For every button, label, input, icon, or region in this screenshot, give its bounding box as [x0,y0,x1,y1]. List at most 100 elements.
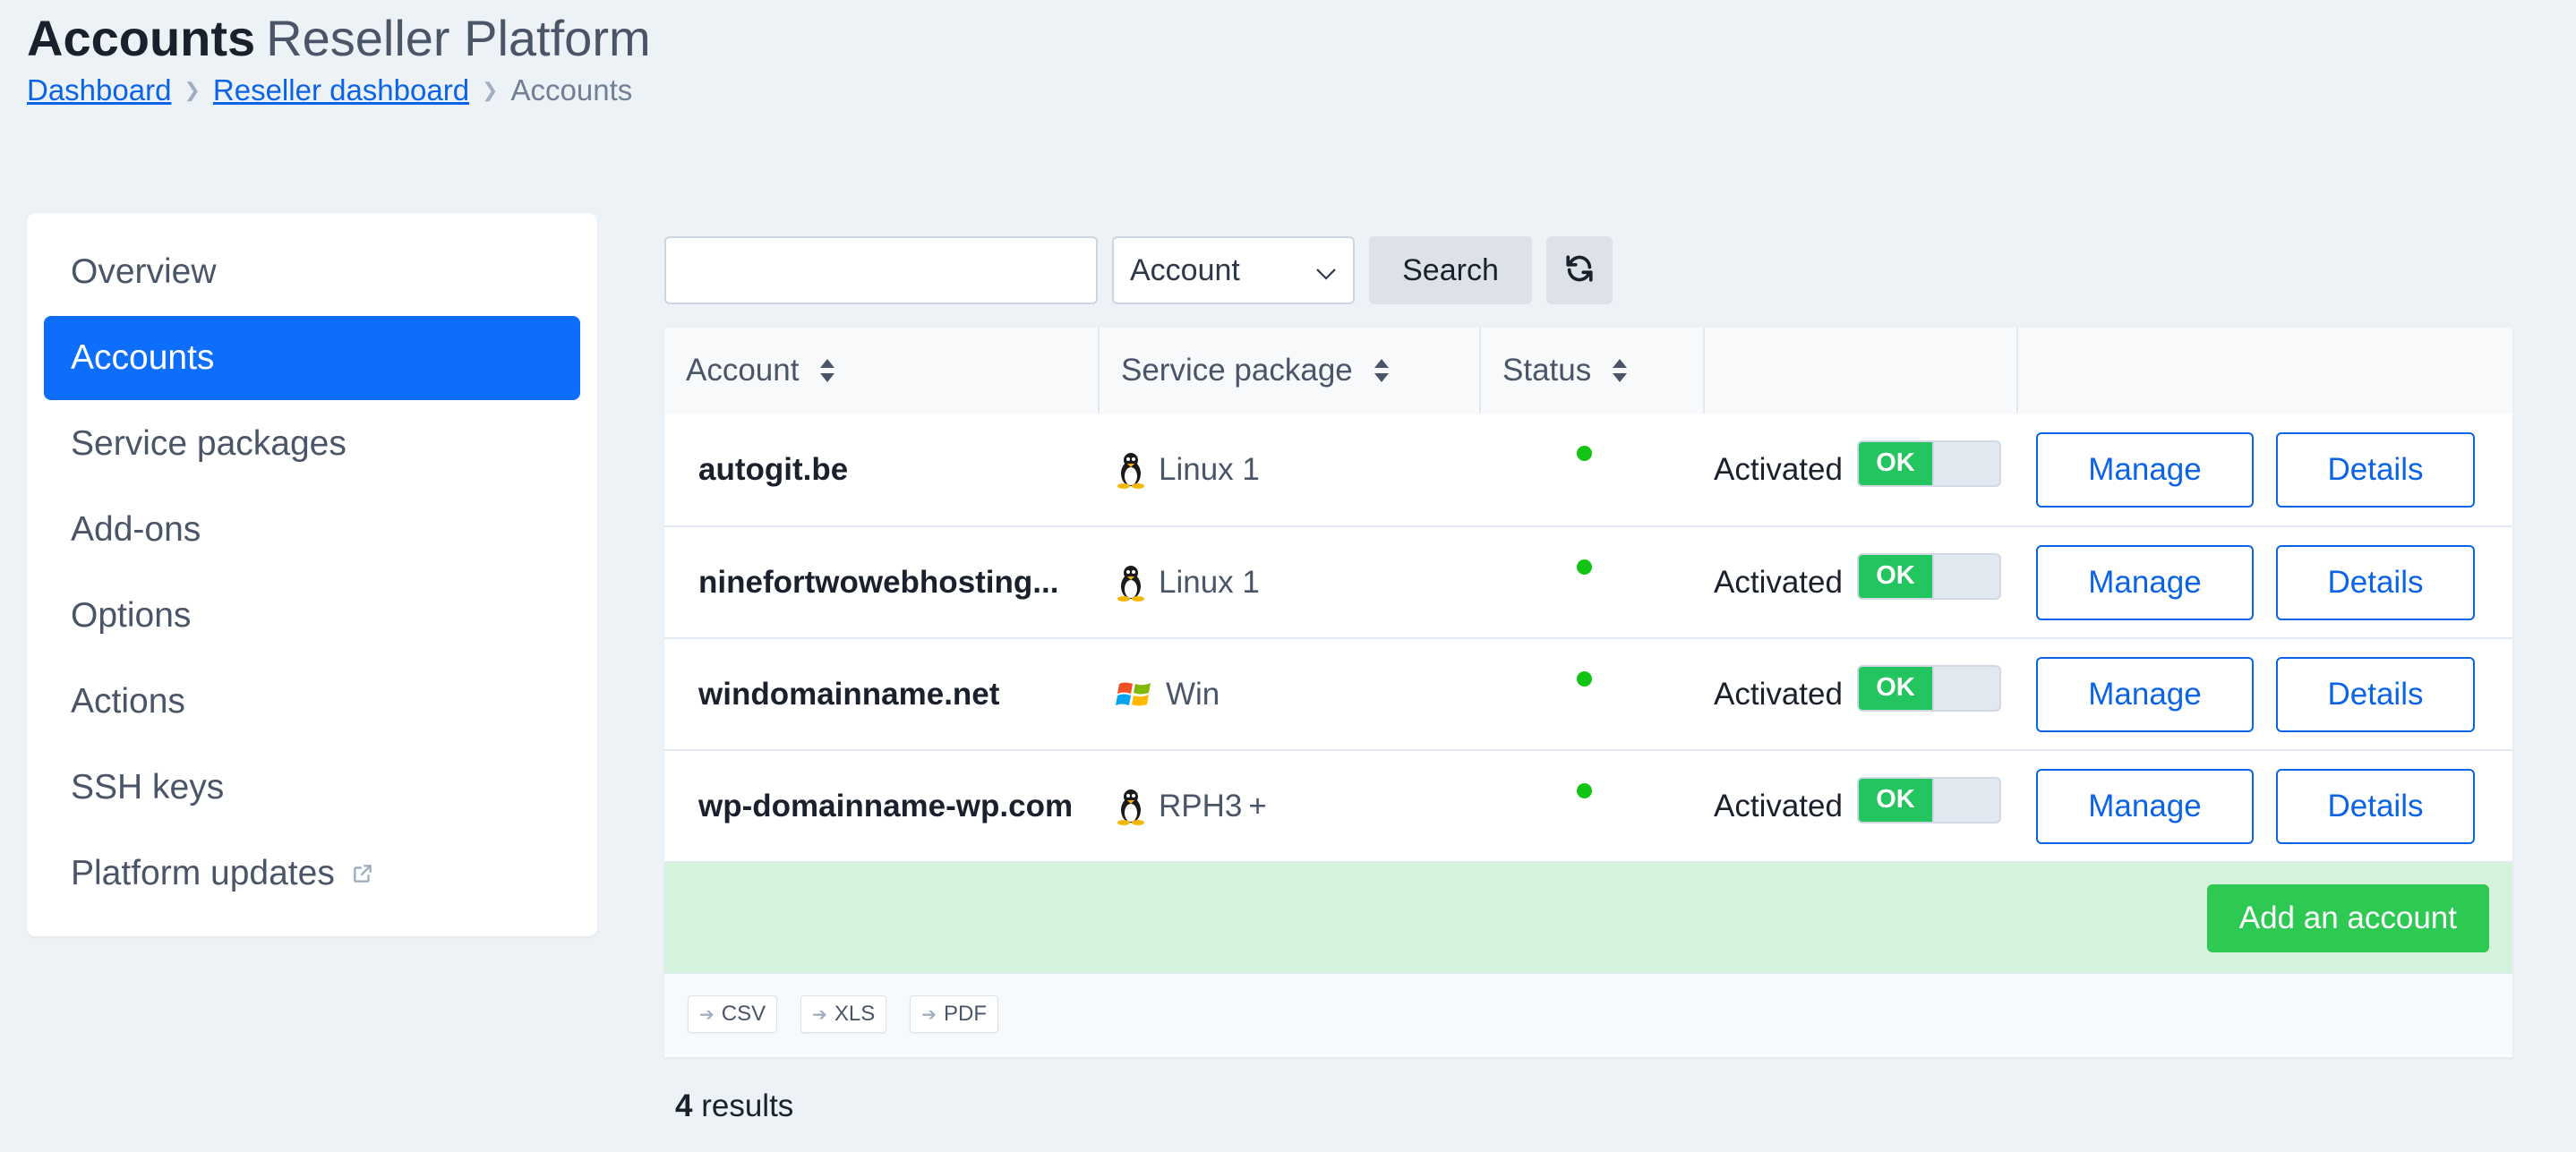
table-row: windomainname.net Win Activated OK Manag… [664,637,2512,749]
sort-icon [1373,357,1391,384]
sidebar-item-actions[interactable]: Actions [44,660,580,744]
activation-toggle[interactable]: OK [1856,552,2001,600]
status-cell [1481,527,1705,637]
page-title-sub: Reseller Platform [266,10,651,66]
activation-label: Activated [1714,788,1843,823]
toggle-on-label: OK [1858,441,1934,485]
page-header: Accounts Reseller Platform Dashboard ❯ Re… [27,7,651,107]
manage-button[interactable]: Manage [2036,656,2254,732]
manage-button[interactable]: Manage [2036,431,2254,508]
export-pdf-button[interactable]: ➔ PDF [910,995,999,1033]
linux-icon [1116,451,1146,489]
service-package-name: Linux 1 [1159,564,1260,600]
table-header: Account Service package Status [664,328,2512,414]
breadcrumb-reseller-dashboard[interactable]: Reseller dashboard [213,73,469,107]
status-dot [1576,559,1592,575]
column-actions [2018,328,2512,414]
sidebar-item-label: Actions [71,682,185,721]
sort-icon [1611,357,1629,384]
sidebar-item-label: Options [71,596,192,635]
sidebar: Overview Accounts Service packages Add-o… [27,213,597,936]
export-label: XLS [834,1002,876,1026]
sidebar-item-accounts[interactable]: Accounts [44,316,580,400]
service-package-name: Win [1166,676,1220,712]
column-status[interactable]: Status [1481,328,1705,414]
column-label: Status [1502,353,1592,388]
search-button[interactable]: Search [1369,236,1532,304]
manage-button[interactable]: Manage [2036,768,2254,844]
activation-cell: Activated OK [1705,527,2018,637]
sort-icon [818,357,836,384]
sidebar-item-platform-updates[interactable]: Platform updates [44,832,580,916]
table-body: autogit.be Linux 1 Activated OK Manage D… [664,414,2512,861]
linux-icon [1116,788,1146,825]
chevron-down-icon [1315,253,1337,288]
actions-cell: Manage Details [2018,751,2512,861]
details-button[interactable]: Details [2276,544,2475,620]
column-service-package[interactable]: Service package [1100,328,1481,414]
activation-cell: Activated OK [1705,639,2018,749]
status-cell [1481,639,1705,749]
sidebar-item-label: Accounts [71,338,215,377]
export-xls-button[interactable]: ➔ XLS [800,995,887,1033]
activation-label: Activated [1714,564,1843,600]
column-label: Service package [1121,353,1353,388]
arrow-right-icon: ➔ [921,1004,937,1025]
sidebar-item-label: SSH keys [71,768,225,806]
page-title: Accounts Reseller Platform [27,7,651,70]
arrow-right-icon: ➔ [699,1004,715,1025]
toggle-on-label: OK [1858,778,1934,822]
breadcrumb-separator: ❯ [184,79,201,101]
sidebar-item-overview[interactable]: Overview [44,230,580,314]
table-row: autogit.be Linux 1 Activated OK Manage D… [664,414,2512,525]
results-count: 4 results [675,1088,793,1124]
sidebar-item-options[interactable]: Options [44,574,580,658]
add-account-button[interactable]: Add an account [2206,883,2489,952]
manage-button[interactable]: Manage [2036,544,2254,620]
actions-cell: Manage Details [2018,414,2512,525]
results-number: 4 [675,1088,693,1123]
export-csv-button[interactable]: ➔ CSV [688,995,778,1033]
details-button[interactable]: Details [2276,656,2475,732]
refresh-icon [1564,253,1595,288]
search-input[interactable] [664,236,1098,304]
sidebar-item-label: Platform updates [71,854,335,892]
activation-toggle[interactable]: OK [1856,439,2001,487]
sidebar-item-label: Add-ons [71,510,201,549]
service-package-cell: Win [1100,639,1481,749]
sidebar-item-label: Service packages [71,424,347,463]
accounts-table: Account Service package Status autogit.b… [664,328,2512,1057]
actions-cell: Manage Details [2018,639,2512,749]
status-dot [1576,671,1592,687]
actions-cell: Manage Details [2018,527,2512,637]
sidebar-item-add-ons[interactable]: Add-ons [44,488,580,572]
sidebar-item-label: Overview [71,252,217,291]
service-package-cell: Linux 1 [1100,414,1481,525]
sidebar-item-service-packages[interactable]: Service packages [44,402,580,486]
service-package-cell: Linux 1 [1100,527,1481,637]
status-cell [1481,414,1705,525]
refresh-button[interactable] [1546,236,1613,304]
search-filter-value: Account [1130,252,1240,287]
breadcrumb: Dashboard ❯ Reseller dashboard ❯ Account… [27,73,632,107]
service-package-cell: RPH3 + [1100,751,1481,861]
add-account-row: Add an account [664,861,2512,973]
table-row: wp-domainname-wp.com RPH3 + Activated OK… [664,749,2512,861]
activation-label: Activated [1714,451,1843,487]
results-label: results [701,1088,794,1123]
search-filter-select[interactable]: Account [1112,236,1355,304]
status-dot [1576,446,1592,461]
status-cell [1481,751,1705,861]
breadcrumb-separator: ❯ [482,79,499,101]
linux-icon [1116,564,1146,602]
sidebar-item-ssh-keys[interactable]: SSH keys [44,746,580,830]
export-bar: ➔ CSV ➔ XLS ➔ PDF [664,973,2512,1054]
column-account[interactable]: Account [664,328,1100,414]
details-button[interactable]: Details [2276,431,2475,508]
export-label: PDF [944,1002,988,1026]
table-row: ninefortwowebhosting... Linux 1 Activate… [664,525,2512,637]
breadcrumb-dashboard[interactable]: Dashboard [27,73,171,107]
activation-toggle[interactable]: OK [1856,664,2001,712]
activation-toggle[interactable]: OK [1856,776,2001,823]
details-button[interactable]: Details [2276,768,2475,844]
